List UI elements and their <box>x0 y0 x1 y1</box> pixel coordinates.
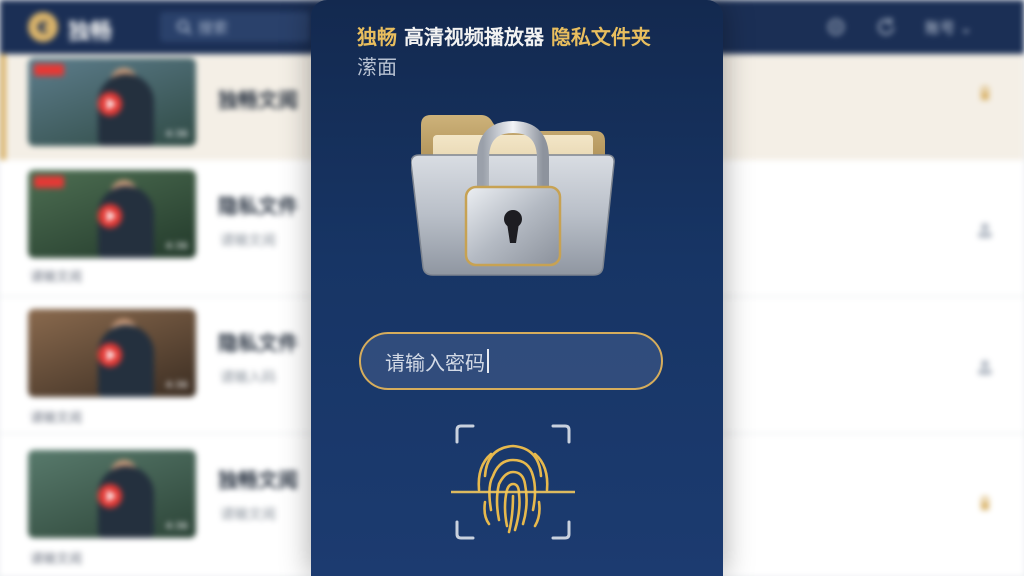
private-folder-dialog: 独畅 高清视频播放器 隐私文件夹 潆面 请输入密码 <box>311 0 723 576</box>
user-menu[interactable]: 账号 ⌄ <box>925 17 972 38</box>
video-title[interactable]: 隐私文件 <box>218 327 298 356</box>
video-title[interactable]: 隐私文件 <box>218 190 298 219</box>
refresh-icon[interactable] <box>875 16 897 38</box>
dialog-title: 独畅 高清视频播放器 隐私文件夹潆面 <box>357 22 697 82</box>
video-duration: 4:36 <box>165 380 188 391</box>
play-icon[interactable] <box>98 92 122 116</box>
text-caret <box>487 349 489 373</box>
search-placeholder: 搜索 <box>198 18 229 37</box>
badge <box>34 176 64 188</box>
video-title[interactable]: 独畅文阅 <box>218 84 298 113</box>
dialog-title-main: 高清视频播放器 <box>397 25 551 49</box>
video-thumbnail[interactable]: 4:36 <box>28 58 196 146</box>
app-name: 独畅 <box>68 20 113 45</box>
badge <box>34 64 64 76</box>
settings-icon[interactable] <box>825 16 847 38</box>
video-duration: 4:36 <box>165 241 188 252</box>
fingerprint-icon <box>477 444 549 534</box>
chevron-down-icon: ⌄ <box>959 19 973 37</box>
lock-icon[interactable] <box>975 494 995 514</box>
play-icon[interactable] <box>98 343 122 367</box>
play-icon[interactable] <box>98 484 122 508</box>
locked-folder-icon <box>411 115 615 276</box>
fingerprint-unlock-button[interactable] <box>451 420 575 544</box>
app-logo: € <box>28 12 58 42</box>
dialog-title-feature: 隐私文件夹 <box>550 25 651 49</box>
video-title[interactable]: 独畅文阅 <box>218 464 298 493</box>
search-icon <box>177 20 192 35</box>
video-duration: 4:36 <box>165 521 188 532</box>
video-subtitle: 请输入码 <box>220 370 276 386</box>
password-input[interactable]: 请输入密码 <box>359 332 663 390</box>
play-icon[interactable] <box>98 204 122 228</box>
video-thumbnail[interactable]: 4:36 <box>28 170 196 258</box>
lock-icon[interactable] <box>975 84 995 104</box>
video-label: 请输文阅 <box>30 270 83 285</box>
password-placeholder: 请输入密码 <box>385 350 485 375</box>
scan-frame <box>455 424 571 540</box>
user-label: 账号 <box>925 19 956 37</box>
video-thumbnail[interactable]: 4:36 <box>28 450 196 538</box>
video-subtitle: 请输文阅 <box>220 233 276 249</box>
user-icon[interactable] <box>975 220 995 240</box>
video-subtitle: 请输文阅 <box>220 507 276 523</box>
video-label: 请输文阅 <box>30 552 83 567</box>
video-label: 请输文阅 <box>30 411 83 426</box>
search-box[interactable]: 搜索 <box>160 12 310 42</box>
video-thumbnail[interactable]: 4:36 <box>28 309 196 397</box>
user-icon[interactable] <box>975 357 995 377</box>
dialog-title-extra: 潆面 <box>357 55 397 79</box>
video-duration: 4:36 <box>165 129 188 140</box>
dialog-title-brand: 独畅 <box>357 25 397 49</box>
